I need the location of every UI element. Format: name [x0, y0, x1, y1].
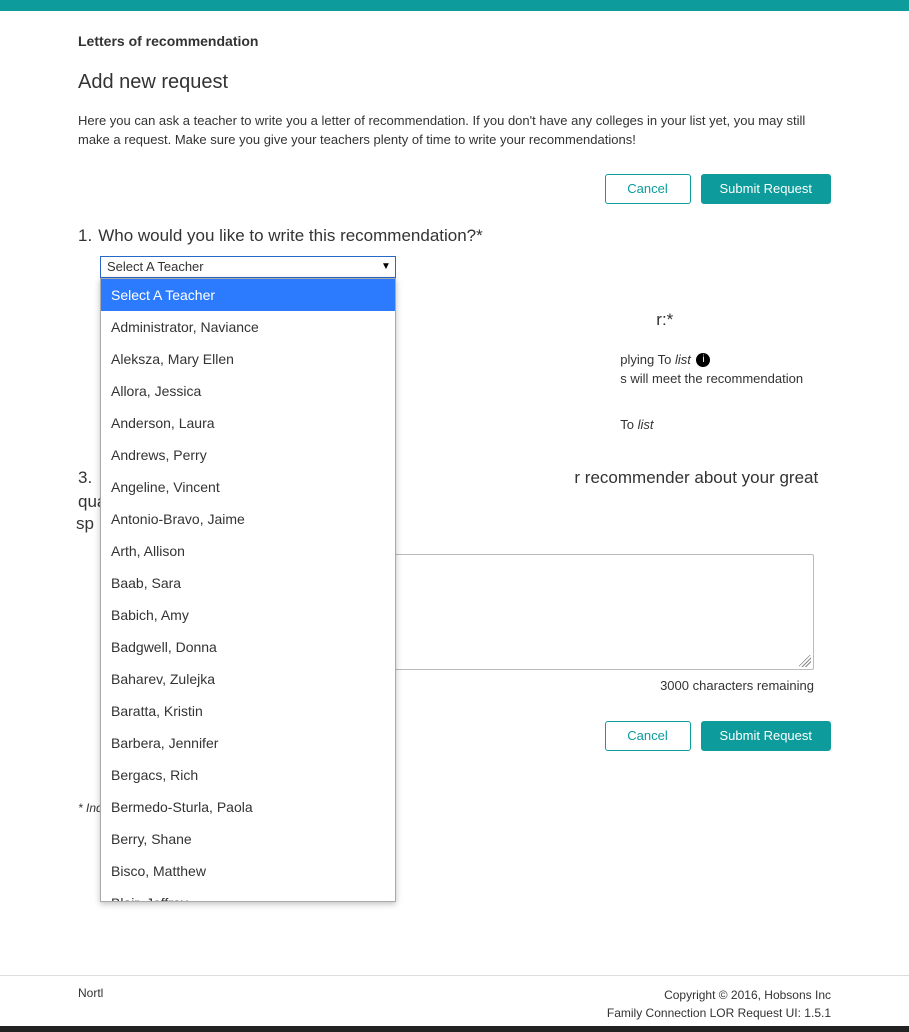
teacher-select[interactable]: Select A Teacher ▼ [100, 256, 396, 278]
top-accent-bar [0, 0, 909, 11]
teacher-option[interactable]: Select A Teacher [101, 279, 395, 311]
footer-copyright: Copyright © 2016, Hobsons Inc [607, 986, 831, 1004]
teacher-option[interactable]: Andrews, Perry [101, 439, 395, 471]
question-1-label: 1. Who would you like to write this recom… [78, 226, 831, 246]
top-button-row: Cancel Submit Request [78, 174, 831, 204]
teacher-option[interactable]: Arth, Allison [101, 535, 395, 567]
footer: Nortl Copyright © 2016, Hobsons Inc Fami… [0, 976, 909, 1022]
teacher-option[interactable]: Baharev, Zulejka [101, 663, 395, 695]
chevron-down-icon: ▼ [377, 257, 395, 277]
teacher-option[interactable]: Badgwell, Donna [101, 631, 395, 663]
cancel-button-bottom[interactable]: Cancel [605, 721, 691, 751]
intro-text: Here you can ask a teacher to write you … [78, 112, 831, 150]
teacher-option[interactable]: Berry, Shane [101, 823, 395, 855]
cancel-button[interactable]: Cancel [605, 174, 691, 204]
teacher-dropdown[interactable]: Select A TeacherAdministrator, NavianceA… [100, 278, 396, 902]
footer-version: Family Connection LOR Request UI: 1.5.1 [607, 1004, 831, 1022]
section-label: Letters of recommendation [78, 33, 831, 49]
submit-button-bottom[interactable]: Submit Request [701, 721, 832, 751]
teacher-option[interactable]: Baratta, Kristin [101, 695, 395, 727]
teacher-option[interactable]: Blair, Jeffrey [101, 887, 395, 901]
resize-handle-icon[interactable] [799, 655, 811, 667]
submit-button[interactable]: Submit Request [701, 174, 832, 204]
teacher-select-value: Select A Teacher [107, 259, 204, 274]
footer-left-fragment: Nortl [78, 986, 103, 1022]
bottom-strip [0, 1026, 909, 1032]
teacher-select-wrap: Select A Teacher ▼ Select A TeacherAdmin… [100, 256, 396, 278]
teacher-option[interactable]: Aleksza, Mary Ellen [101, 343, 395, 375]
teacher-option[interactable]: Barbera, Jennifer [101, 727, 395, 759]
question-1: 1. Who would you like to write this recom… [78, 226, 831, 278]
teacher-option[interactable]: Allora, Jessica [101, 375, 395, 407]
teacher-option[interactable]: Bermedo-Sturla, Paola [101, 791, 395, 823]
teacher-option[interactable]: Antonio-Bravo, Jaime [101, 503, 395, 535]
teacher-option[interactable]: Anderson, Laura [101, 407, 395, 439]
teacher-option[interactable]: Bergacs, Rich [101, 759, 395, 791]
question-1-text: Who would you like to write this recomme… [98, 226, 483, 245]
page-title: Add new request [78, 71, 831, 94]
question-3-number: 3. [78, 468, 92, 487]
teacher-option[interactable]: Angeline, Vincent [101, 471, 395, 503]
teacher-dropdown-list[interactable]: Select A TeacherAdministrator, NavianceA… [101, 279, 395, 901]
info-icon[interactable]: i [696, 353, 710, 367]
question-1-number: 1. [78, 226, 92, 245]
teacher-option[interactable]: Administrator, Naviance [101, 311, 395, 343]
teacher-option[interactable]: Baab, Sara [101, 567, 395, 599]
teacher-option[interactable]: Babich, Amy [101, 599, 395, 631]
